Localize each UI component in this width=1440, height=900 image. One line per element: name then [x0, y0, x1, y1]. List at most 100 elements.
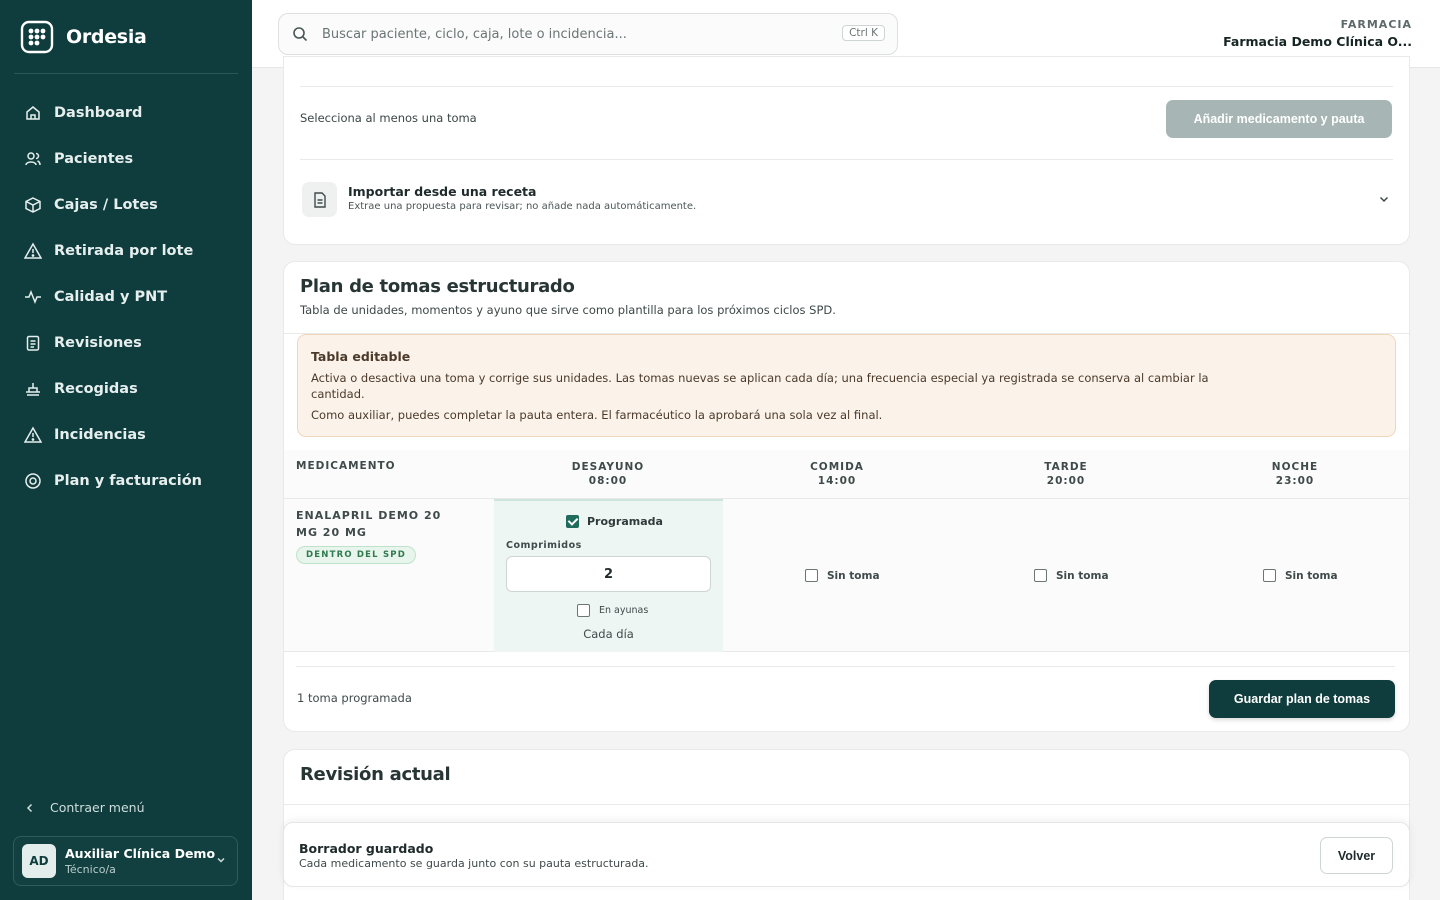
sidebar-item-dashboard[interactable]: Dashboard — [14, 90, 238, 136]
column-breakfast: DESAYUNO 08:00 — [533, 461, 683, 487]
sidebar-nav: Dashboard Pacientes Cajas / Lotes Retira… — [14, 90, 238, 504]
users-icon — [24, 150, 42, 168]
units-input[interactable]: 2 — [506, 556, 711, 592]
toast-title: Borrador guardado — [299, 841, 434, 856]
sidebar-item-plan[interactable]: Plan y facturación — [14, 458, 238, 504]
section-title: Revisión actual — [300, 764, 451, 785]
divider — [300, 86, 1393, 87]
fasting-checkbox[interactable]: En ayunas — [577, 604, 648, 617]
checkbox[interactable] — [1034, 569, 1047, 582]
add-medication-button[interactable]: Añadir medicamento y pauta — [1166, 100, 1392, 138]
divider — [300, 159, 1393, 160]
sidebar: Ordesia Dashboard Pacientes Cajas / Lote… — [0, 0, 252, 900]
breakfast-slot: Programada Comprimidos 2 En ayunas Cada … — [494, 499, 723, 652]
sidebar-item-label: Recogidas — [54, 381, 138, 397]
sidebar-item-label: Revisiones — [54, 335, 142, 351]
sidebar-item-label: Retirada por lote — [54, 243, 194, 259]
night-no-dose-checkbox[interactable]: Sin toma — [1263, 569, 1338, 582]
column-afternoon: TARDE 20:00 — [991, 461, 1141, 487]
collapse-label: Contraer menú — [50, 800, 145, 815]
pickup-icon — [24, 380, 42, 398]
status-badge: DENTRO DEL SPD — [296, 546, 416, 564]
import-title: Importar desde una receta — [348, 184, 537, 199]
sidebar-item-recogidas[interactable]: Recogidas — [14, 366, 238, 412]
logo-icon — [20, 20, 54, 54]
slot-time: 20:00 — [1046, 475, 1086, 487]
sidebar-item-pacientes[interactable]: Pacientes — [14, 136, 238, 182]
sidebar-item-label: Incidencias — [54, 427, 146, 443]
slot-name: TARDE — [1044, 461, 1088, 473]
brand-name: Ordesia — [66, 26, 147, 48]
sidebar-item-calidad[interactable]: Calidad y PNT — [14, 274, 238, 320]
no-dose-label: Sin toma — [1285, 569, 1338, 582]
import-prescription-toggle[interactable]: Importar desde una receta Extrae una pro… — [302, 182, 1391, 218]
warning-icon — [24, 242, 42, 260]
notice-text: Como auxiliar, puedes completar la pauta… — [311, 408, 883, 422]
column-medication: MEDICAMENTO — [296, 460, 396, 472]
import-subtitle: Extrae una propuesta para revisar; no añ… — [348, 201, 697, 212]
toast-subtitle: Cada medicamento se guarda junto con su … — [299, 857, 649, 870]
checkbox[interactable] — [577, 604, 590, 617]
avatar: AD — [22, 844, 56, 878]
shortcut-hint: Ctrl K — [842, 25, 885, 41]
search-icon — [293, 27, 308, 42]
table-header: MEDICAMENTO DESAYUNO 08:00 COMIDA 14:00 … — [284, 450, 1409, 499]
settings-icon — [24, 472, 42, 490]
editable-notice: Tabla editable Activa o desactiva una to… — [297, 334, 1396, 437]
alert-icon — [24, 426, 42, 444]
pharmacy-name: Farmacia Demo Clínica O... — [1223, 34, 1412, 49]
fasting-label: En ayunas — [599, 605, 649, 616]
doses-count: 1 toma programada — [297, 691, 412, 705]
slot-name: NOCHE — [1271, 461, 1319, 473]
lunch-no-dose-checkbox[interactable]: Sin toma — [805, 569, 880, 582]
back-button[interactable]: Volver — [1320, 837, 1393, 874]
home-icon — [24, 104, 42, 122]
column-night: NOCHE 23:00 — [1220, 461, 1370, 487]
select-dose-hint: Selecciona al menos una toma — [300, 111, 477, 125]
section-title: Plan de tomas estructurado — [300, 276, 575, 297]
column-lunch: COMIDA 14:00 — [762, 461, 912, 487]
pharmacy-selector[interactable]: FARMACIA Farmacia Demo Clínica O... — [1223, 18, 1412, 49]
divider — [284, 804, 1409, 805]
sidebar-item-revisiones[interactable]: Revisiones — [14, 320, 238, 366]
collapse-menu-button[interactable]: Contraer menú — [24, 800, 145, 815]
programmed-checkbox[interactable]: Programada — [566, 515, 663, 528]
checkbox[interactable] — [1263, 569, 1276, 582]
chevron-left-icon — [26, 803, 33, 812]
afternoon-no-dose-checkbox[interactable]: Sin toma — [1034, 569, 1109, 582]
slot-time: 14:00 — [817, 475, 857, 487]
sidebar-item-label: Cajas / Lotes — [54, 197, 158, 213]
checkbox[interactable] — [805, 569, 818, 582]
brand[interactable]: Ordesia — [20, 20, 147, 54]
notice-text: Activa o desactiva una toma y corrige su… — [311, 371, 1209, 401]
medication-name: ENALAPRIL DEMO 20 MG 20 MG — [296, 509, 442, 539]
chevron-down-icon — [1379, 196, 1389, 203]
sidebar-item-label: Plan y facturación — [54, 473, 202, 489]
box-icon — [24, 196, 42, 214]
activity-icon — [24, 288, 42, 306]
clipboard-icon — [24, 334, 42, 352]
save-plan-button[interactable]: Guardar plan de tomas — [1209, 680, 1395, 718]
sidebar-item-cajas-lotes[interactable]: Cajas / Lotes — [14, 182, 238, 228]
slot-name: DESAYUNO — [571, 461, 645, 473]
chevron-down-icon — [217, 857, 225, 863]
slot-name: COMIDA — [810, 461, 864, 473]
sidebar-item-incidencias[interactable]: Incidencias — [14, 412, 238, 458]
document-icon — [302, 182, 337, 217]
slot-time: 08:00 — [588, 475, 628, 487]
search-input[interactable]: Buscar paciente, ciclo, caja, lote o inc… — [278, 13, 898, 55]
no-dose-label: Sin toma — [827, 569, 880, 582]
pharmacy-label: FARMACIA — [1340, 18, 1412, 31]
sidebar-item-label: Pacientes — [54, 151, 134, 167]
frequency-text: Cada día — [583, 627, 634, 641]
slot-time: 23:00 — [1275, 475, 1315, 487]
section-subtitle: Tabla de unidades, momentos y ayuno que … — [300, 303, 836, 317]
programmed-label: Programada — [587, 515, 663, 528]
divider — [14, 73, 238, 74]
checkbox-checked[interactable] — [566, 515, 579, 528]
sidebar-item-label: Dashboard — [54, 105, 143, 121]
user-name: Auxiliar Clínica Demo — [65, 846, 216, 861]
user-role: Técnico/a — [65, 863, 116, 876]
sidebar-item-retirada[interactable]: Retirada por lote — [14, 228, 238, 274]
user-menu[interactable]: AD Auxiliar Clínica Demo Técnico/a — [13, 836, 238, 886]
